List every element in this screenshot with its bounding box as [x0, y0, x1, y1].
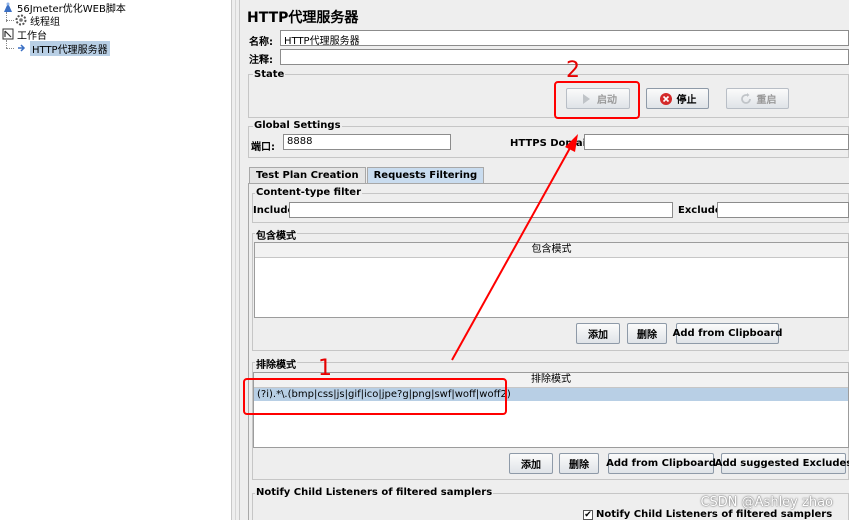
annotation-arrow: [451, 134, 578, 361]
watermark: CSDN @Ashley zhao: [700, 495, 833, 510]
